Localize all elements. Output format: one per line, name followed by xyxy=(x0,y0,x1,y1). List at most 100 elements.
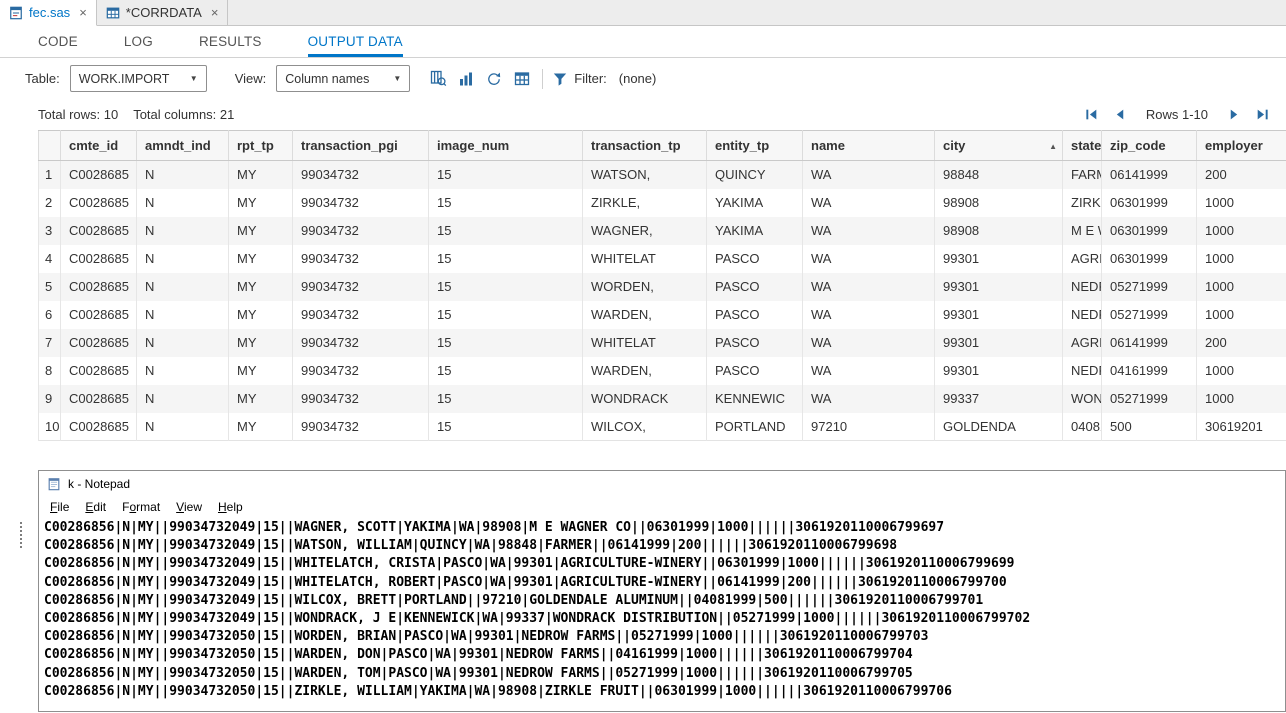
grid-cell[interactable]: 99301 xyxy=(935,329,1063,357)
grid-cell[interactable]: 1000 xyxy=(1197,273,1286,301)
grid-cell[interactable]: KENNEWIC xyxy=(707,385,803,413)
column-header-transaction_pgi[interactable]: transaction_pgi xyxy=(293,131,429,161)
grid-cell[interactable]: 15 xyxy=(429,245,583,273)
grid-cell[interactable]: WA xyxy=(803,385,935,413)
grid-cell[interactable]: 05271999 xyxy=(1102,385,1197,413)
grid-cell[interactable]: 06301999 xyxy=(1102,245,1197,273)
row-number[interactable]: 9 xyxy=(39,385,61,413)
grid-cell[interactable]: WA xyxy=(803,189,935,217)
tab-output-data[interactable]: OUTPUT DATA xyxy=(308,26,403,57)
grid-cell[interactable]: 99034732 xyxy=(293,413,429,441)
notepad-title-bar[interactable]: k - Notepad xyxy=(39,471,1285,496)
grid-cell[interactable]: 500 xyxy=(1102,413,1197,441)
grid-cell[interactable]: 1000 xyxy=(1197,245,1286,273)
grid-cell[interactable]: YAKIMA xyxy=(707,217,803,245)
grid-cell[interactable]: NEDROW xyxy=(1063,301,1102,329)
grid-cell[interactable]: 99337 xyxy=(935,385,1063,413)
grid-cell[interactable]: WARDEN, xyxy=(583,357,707,385)
table-row[interactable]: 5C0028685NMY9903473215WORDEN,PASCOWA9930… xyxy=(39,273,1286,301)
tab-results[interactable]: RESULTS xyxy=(199,26,262,57)
grid-cell[interactable]: M E WA xyxy=(1063,217,1102,245)
grid-cell[interactable]: 99301 xyxy=(935,301,1063,329)
row-number[interactable]: 4 xyxy=(39,245,61,273)
grid-cell[interactable]: C0028685 xyxy=(61,385,137,413)
grid-cell[interactable]: 06301999 xyxy=(1102,217,1197,245)
tab-code[interactable]: CODE xyxy=(38,26,78,57)
table-row[interactable]: 2C0028685NMY9903473215ZIRKLE,YAKIMAWA989… xyxy=(39,189,1286,217)
grid-cell[interactable]: WHITELAT xyxy=(583,329,707,357)
grid-cell[interactable]: N xyxy=(137,329,229,357)
grid-cell[interactable]: MY xyxy=(229,301,293,329)
grid-cell[interactable]: N xyxy=(137,413,229,441)
panel-resize-handle[interactable] xyxy=(18,522,24,548)
menu-edit[interactable]: Edit xyxy=(77,498,114,516)
grid-cell[interactable]: ZIRKLE, xyxy=(583,189,707,217)
grid-cell[interactable]: C0028685 xyxy=(61,217,137,245)
grid-cell[interactable]: MY xyxy=(229,161,293,189)
grid-cell[interactable]: 200 xyxy=(1197,161,1286,189)
grid-cell[interactable]: MY xyxy=(229,385,293,413)
grid-cell[interactable]: 15 xyxy=(429,273,583,301)
column-header-employer[interactable]: employer xyxy=(1197,131,1286,161)
column-header-entity_tp[interactable]: entity_tp xyxy=(707,131,803,161)
grid-cell[interactable]: 06141999 xyxy=(1102,161,1197,189)
grid-cell[interactable]: C0028685 xyxy=(61,357,137,385)
grid-cell[interactable]: N xyxy=(137,217,229,245)
grid-cell[interactable]: 06301999 xyxy=(1102,189,1197,217)
grid-cell[interactable]: 1000 xyxy=(1197,217,1286,245)
grid-cell[interactable]: GOLDENDA xyxy=(935,413,1063,441)
grid-cell[interactable]: YAKIMA xyxy=(707,189,803,217)
grid-cell[interactable]: PASCO xyxy=(707,301,803,329)
grid-cell[interactable]: 06141999 xyxy=(1102,329,1197,357)
grid-cell[interactable]: WARDEN, xyxy=(583,301,707,329)
grid-cell[interactable]: QUINCY xyxy=(707,161,803,189)
grid-cell[interactable]: N xyxy=(137,301,229,329)
menu-view[interactable]: View xyxy=(168,498,210,516)
grid-cell[interactable]: 99034732 xyxy=(293,245,429,273)
grid-cell[interactable]: PASCO xyxy=(707,245,803,273)
grid-cell[interactable]: C0028685 xyxy=(61,413,137,441)
grid-cell[interactable]: MY xyxy=(229,189,293,217)
menu-file[interactable]: File xyxy=(42,498,77,516)
grid-cell[interactable]: 05271999 xyxy=(1102,273,1197,301)
column-header-zip_code[interactable]: zip_code xyxy=(1102,131,1197,161)
grid-cell[interactable]: C0028685 xyxy=(61,189,137,217)
grid-cell[interactable]: WAGNER, xyxy=(583,217,707,245)
grid-cell[interactable]: WONDR xyxy=(1063,385,1102,413)
grid-cell[interactable]: 99034732 xyxy=(293,301,429,329)
row-number[interactable]: 7 xyxy=(39,329,61,357)
grid-cell[interactable]: 15 xyxy=(429,161,583,189)
grid-cell[interactable]: 99034732 xyxy=(293,217,429,245)
table-row[interactable]: 7C0028685NMY9903473215WHITELATPASCOWA993… xyxy=(39,329,1286,357)
grid-cell[interactable]: PASCO xyxy=(707,329,803,357)
grid-cell[interactable]: NEDROW xyxy=(1063,357,1102,385)
close-tab-icon[interactable]: × xyxy=(79,6,87,19)
grid-cell[interactable]: 99034732 xyxy=(293,385,429,413)
filter-value[interactable]: (none) xyxy=(619,71,657,86)
grid-cell[interactable]: ZIRKLE F xyxy=(1063,189,1102,217)
grid-cell[interactable]: WA xyxy=(803,245,935,273)
grid-cell[interactable]: WONDRACK xyxy=(583,385,707,413)
grid-cell[interactable]: 99301 xyxy=(935,357,1063,385)
grid-cell[interactable]: 1000 xyxy=(1197,357,1286,385)
grid-cell[interactable]: WA xyxy=(803,301,935,329)
grid-cell[interactable]: 05271999 xyxy=(1102,301,1197,329)
grid-cell[interactable]: MY xyxy=(229,217,293,245)
table-row[interactable]: 10C0028685NMY9903473215WILCOX,PORTLAND97… xyxy=(39,413,1286,441)
grid-cell[interactable]: MY xyxy=(229,329,293,357)
grid-cell[interactable]: 99034732 xyxy=(293,329,429,357)
row-number[interactable]: 1 xyxy=(39,161,61,189)
row-number[interactable]: 2 xyxy=(39,189,61,217)
row-number[interactable]: 3 xyxy=(39,217,61,245)
grid-cell[interactable]: WHITELAT xyxy=(583,245,707,273)
grid-cell[interactable]: N xyxy=(137,385,229,413)
close-tab-icon[interactable]: × xyxy=(211,6,219,19)
menu-format[interactable]: Format xyxy=(114,498,168,516)
grid-cell[interactable]: WILCOX, xyxy=(583,413,707,441)
column-header-image_num[interactable]: image_num xyxy=(429,131,583,161)
column-header-name[interactable]: name xyxy=(803,131,935,161)
grid-cell[interactable]: PASCO xyxy=(707,273,803,301)
grid-cell[interactable]: N xyxy=(137,161,229,189)
column-header-cmte_id[interactable]: cmte_id xyxy=(61,131,137,161)
grid-cell[interactable]: N xyxy=(137,357,229,385)
